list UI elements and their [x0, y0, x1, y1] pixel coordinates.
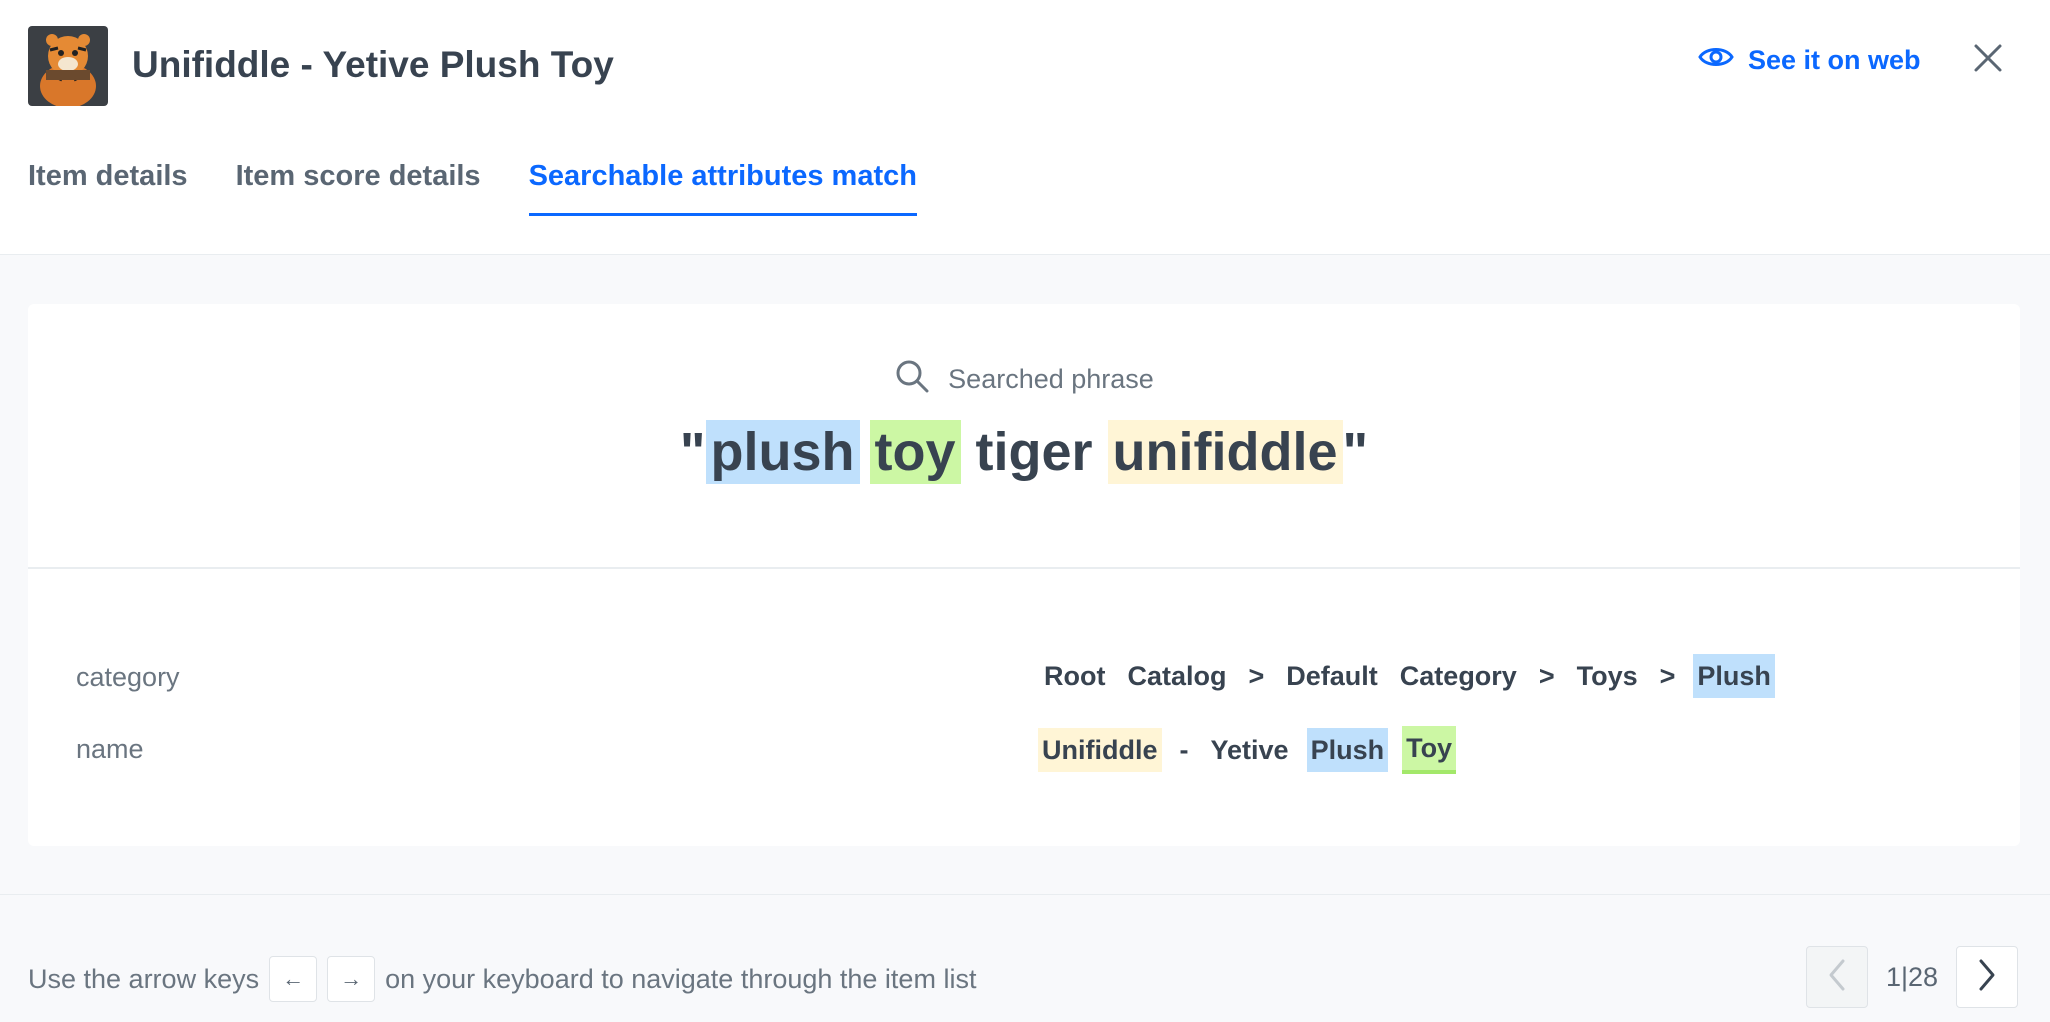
close-quote: "	[1342, 422, 1369, 482]
keyboard-hint: Use the arrow keys ← → on your keyboard …	[28, 956, 976, 1002]
searched-phrase-section: Searched phrase "plush toy tiger unifiddle"	[28, 304, 2020, 569]
name-separator: -	[1179, 734, 1189, 765]
arrow-left-key-icon: ←	[269, 956, 318, 1002]
close-button[interactable]	[1968, 38, 2008, 78]
product-thumbnail	[28, 26, 108, 106]
eye-icon	[1698, 45, 1734, 76]
value-token: Toys	[1576, 661, 1638, 691]
value-token: Category	[1399, 661, 1517, 691]
item-pager: 1|28	[1806, 946, 2019, 1008]
tab-item-details[interactable]: Item details	[28, 160, 188, 216]
chevron-left-icon	[1825, 957, 1849, 998]
value-token: Root	[1044, 661, 1106, 691]
page-title: Unifiddle - Yetive Plush Toy	[132, 44, 614, 85]
next-item-button[interactable]	[1956, 946, 2019, 1008]
attribute-value: Unifiddle - Yetive Plush Toy	[1038, 726, 1457, 774]
value-token: Catalog	[1127, 661, 1227, 691]
tab-item-score-details[interactable]: Item score details	[236, 160, 481, 216]
phrase-word: plush	[705, 420, 860, 484]
hint-text-before: Use the arrow keys	[28, 963, 260, 994]
footer-divider	[0, 894, 2050, 895]
close-icon	[1968, 44, 2008, 82]
pager-count: 1|28	[1886, 961, 1939, 992]
search-icon	[894, 358, 930, 401]
match-card: Searched phrase "plush toy tiger unifiddle"…	[28, 304, 2020, 846]
path-separator: >	[1248, 660, 1265, 691]
value-token: Unifiddle	[1038, 728, 1162, 772]
tab-bar: Item details Item score details Searchab…	[28, 160, 917, 216]
attribute-row-category: category Root Catalog > Default Category…	[28, 654, 2020, 704]
attribute-key: name	[76, 734, 144, 764]
hint-text-after: on your keyboard to navigate through the…	[385, 963, 977, 994]
searched-phrase-header: Searched phrase	[28, 358, 2020, 401]
previous-item-button[interactable]	[1806, 946, 1868, 1008]
searched-phrase-label: Searched phrase	[948, 364, 1154, 394]
value-token: Plush	[1306, 728, 1389, 772]
attribute-row-name: name Unifiddle - Yetive Plush Toy	[28, 726, 2020, 776]
path-separator: >	[1538, 660, 1555, 691]
attribute-key: category	[76, 662, 180, 692]
phrase-word: tiger	[975, 422, 1093, 482]
searched-phrase: "plush toy tiger unifiddle"	[28, 420, 2020, 484]
arrow-right-key-icon: →	[327, 956, 376, 1002]
path-separator: >	[1659, 660, 1676, 691]
value-token: Plush	[1693, 654, 1775, 698]
attribute-value: Root Catalog > Default Category > Toys >…	[1040, 654, 1775, 698]
open-quote: "	[679, 422, 706, 482]
chevron-right-icon	[1975, 957, 1999, 998]
value-token: Yetive	[1210, 735, 1289, 765]
tab-searchable-attributes-match[interactable]: Searchable attributes match	[528, 160, 917, 216]
value-token: Default	[1286, 661, 1378, 691]
phrase-word: toy	[869, 420, 961, 484]
modal-header: Unifiddle - Yetive Plush Toy See it on w…	[0, 0, 2050, 255]
see-it-on-web-label: See it on web	[1748, 44, 1921, 75]
phrase-word: unifiddle	[1107, 420, 1343, 484]
value-token: Toy	[1402, 726, 1457, 774]
see-it-on-web-link[interactable]: See it on web	[1698, 40, 1921, 80]
